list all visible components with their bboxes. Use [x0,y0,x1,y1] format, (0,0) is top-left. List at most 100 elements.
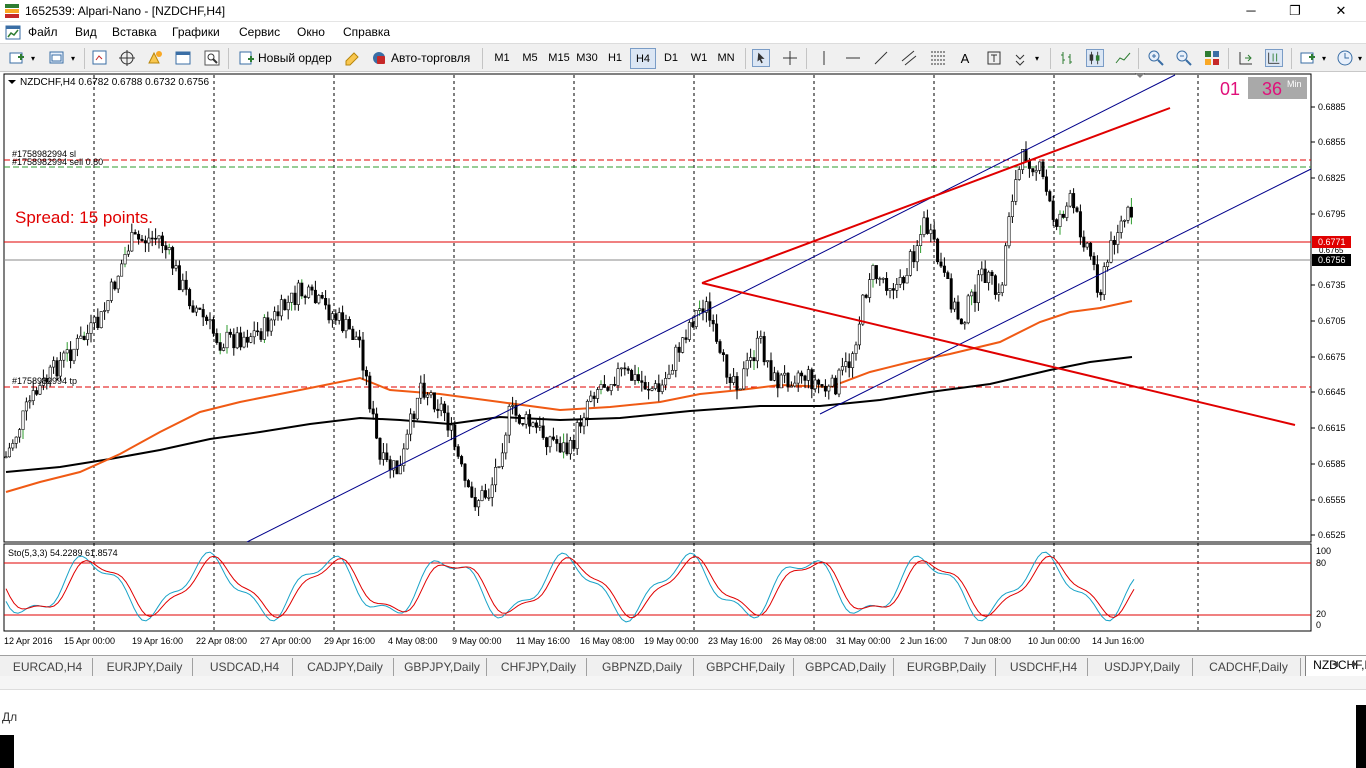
tab-usdchf-h4[interactable]: USDCHF,H4 [1000,658,1088,676]
timeframe-mn[interactable]: MN [713,48,739,69]
tab-gbpchf-daily[interactable]: GBPCHF,Daily [698,658,794,676]
zoom-out-icon[interactable] [1175,49,1193,67]
candle-body [681,337,685,353]
zoom-in-icon[interactable] [1147,49,1165,67]
line-chart-icon[interactable] [1114,49,1132,67]
restore-button[interactable]: ❐ [1272,0,1318,22]
dropdown-arrow-icon[interactable]: ▾ [1355,48,1365,69]
candle-body [966,295,970,324]
timeframe-w1[interactable]: W1 [686,48,712,69]
candle-body [432,392,436,410]
candle-body [79,335,83,339]
timeframe-m15[interactable]: M15 [545,48,573,69]
metaeditor-icon[interactable] [343,49,361,67]
candle-body [636,374,640,381]
tab-eurjpy-daily[interactable]: EURJPY,Daily [97,658,193,676]
menu-view[interactable]: Вид [75,25,97,39]
bar-chart-icon[interactable] [1058,49,1076,67]
candle-body [732,376,736,383]
candle-body [939,261,943,267]
menu-window[interactable]: Окно [297,25,325,39]
chart-window-icon[interactable] [5,25,21,40]
menu-insert[interactable]: Вставка [112,25,157,39]
navigator-icon[interactable] [146,49,164,67]
autoscroll-icon[interactable] [1265,49,1283,67]
candle-body [789,385,793,388]
fibonacci-icon[interactable] [929,49,947,67]
minimize-button[interactable]: ─ [1228,0,1274,22]
market-watch-icon[interactable] [91,49,109,67]
tab-scroll-right-icon[interactable]: ► [1350,659,1360,670]
candle-body [810,369,814,390]
price-tick-label: 0.6555 [1318,495,1346,505]
candle-body [1051,200,1055,220]
candle-body [75,337,79,350]
new-chart-icon[interactable] [8,49,26,67]
dropdown-arrow-icon[interactable]: ▾ [1319,48,1329,69]
timeframe-m30[interactable]: M30 [573,48,601,69]
auto-trading-icon[interactable] [370,49,388,67]
tab-eurgbp-daily[interactable]: EURGBP,Daily [898,658,996,676]
channel-icon[interactable] [900,49,918,67]
candlestick-icon[interactable] [1086,49,1104,67]
vertical-line-icon[interactable] [815,49,833,67]
scrollbar-fragment[interactable] [1356,705,1366,768]
auto-trading-button[interactable]: Авто-торговля [391,48,475,69]
dropdown-arrow-icon[interactable]: ▾ [28,48,38,69]
candle-body [616,368,620,386]
timeframe-m5[interactable]: M5 [517,48,543,69]
toolbar-separator [84,48,85,69]
time-tick-label: 29 Apr 16:00 [324,636,375,646]
candle-body [970,291,974,297]
close-button[interactable]: ✕ [1318,0,1364,22]
cursor-icon[interactable] [752,49,770,67]
timeframe-d1[interactable]: D1 [658,48,684,69]
tab-cadjpy-daily[interactable]: CADJPY,Daily [297,658,394,676]
periods-clock-icon[interactable] [1336,49,1354,67]
tab-cadchf-daily[interactable]: CADCHF,Daily [1197,658,1301,676]
timeframe-h4[interactable]: H4 [630,48,656,69]
tab-chfjpy-daily[interactable]: CHFJPY,Daily [491,658,587,676]
tab-usdjpy-daily[interactable]: USDJPY,Daily [1092,658,1193,676]
strategy-tester-icon[interactable] [203,49,221,67]
profiles-icon[interactable] [48,49,66,67]
price-chart[interactable]: NZDCHF,H4 0.6782 0.6788 0.6732 0.6756 #1… [0,72,1366,654]
tab-gbpjpy-daily[interactable]: GBPJPY,Daily [398,658,487,676]
new-order-icon[interactable] [238,49,256,67]
chart-window[interactable]: NZDCHF,H4 0.6782 0.6788 0.6732 0.6756 #1… [0,72,1366,654]
candle-body [517,415,521,424]
dropdown-arrow-icon[interactable]: ▾ [1032,48,1042,69]
tile-windows-icon[interactable] [1203,49,1221,67]
dropdown-arrow-icon[interactable]: ▾ [68,48,78,69]
crosshair-icon[interactable] [781,49,799,67]
tab-gbpcad-daily[interactable]: GBPCAD,Daily [798,658,894,676]
tab-gbpnzd-daily[interactable]: GBPNZD,Daily [591,658,694,676]
trendline-icon[interactable] [872,49,890,67]
candle-body [480,490,484,501]
chart-shift-icon[interactable] [1237,49,1255,67]
tab-scroll-left-icon[interactable]: ◄ [1330,659,1340,670]
timeframe-m1[interactable]: M1 [489,48,515,69]
menu-charts[interactable]: Графики [172,25,220,39]
candle-body [324,298,328,306]
candle-body [643,382,647,390]
crosshair-move-icon[interactable] [118,49,136,67]
candle-body [881,278,885,280]
timeframe-h1[interactable]: H1 [602,48,628,69]
tab-eurcad-h4[interactable]: EURCAD,H4 [3,658,93,676]
menu-service[interactable]: Сервис [239,25,280,39]
terminal-icon[interactable] [174,49,192,67]
menu-file[interactable]: Файл [28,25,58,39]
text-label-icon[interactable] [985,49,1003,67]
horizontal-line-icon[interactable] [844,49,862,67]
candle-body [997,292,1001,295]
arrows-icon[interactable] [1012,49,1030,67]
candle-body [252,330,256,338]
candle-body [171,247,175,269]
candle-body [1041,161,1045,178]
indicators-icon[interactable] [1299,49,1317,67]
tab-usdcad-h4[interactable]: USDCAD,H4 [197,658,293,676]
new-order-button[interactable]: Новый ордер [258,48,334,69]
text-tool-icon[interactable]: A [956,48,974,69]
menu-help[interactable]: Справка [343,25,390,39]
